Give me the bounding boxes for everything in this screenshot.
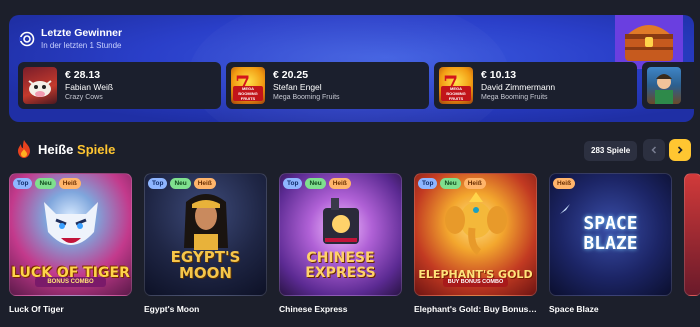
winner-game: Mega Booming Fruits — [273, 93, 340, 101]
game-logo: SPACE BLAZE — [550, 214, 671, 254]
cow-icon — [28, 80, 52, 97]
game-logo-line2: BLAZE — [583, 233, 638, 254]
winners-subtitle: In der letzten 1 Stunde — [41, 41, 122, 50]
game-thumbnail[interactable] — [684, 173, 700, 296]
game-logo-line1: CHINESE — [306, 250, 375, 266]
game-card[interactable]: Heiß SPACE BLAZE Space Blaze — [549, 173, 672, 314]
game-title[interactable]: Chinese Express — [279, 304, 402, 314]
winners-header: Letzte Gewinner In der letzten 1 Stunde — [19, 27, 122, 51]
queen-illustration — [183, 194, 228, 250]
live-signal-icon — [19, 31, 35, 47]
badge-group: Top Neu Heiß — [418, 178, 486, 189]
game-title[interactable]: Egypt's Moon — [144, 304, 267, 314]
winner-name: Stefan Engel — [273, 81, 322, 92]
winner-card[interactable]: 7 MEGA BOOMING FRUITS € 10.13 David Zimm… — [434, 62, 637, 109]
badge-group: Top Neu Heiß — [13, 178, 81, 189]
game-thumbnail: 7 MEGA BOOMING FRUITS — [439, 67, 473, 104]
game-thumbnail[interactable]: Heiß SPACE BLAZE — [549, 173, 672, 296]
badge-new: Neu — [440, 178, 461, 189]
winner-card[interactable]: € 28.13 Fabian Weiß Crazy Cows — [18, 62, 221, 109]
badge-hot: Heiß — [553, 178, 576, 189]
badge-new: Neu — [170, 178, 191, 189]
game-card[interactable]: Top Neu Heiß EGYPT'S MOON Egypt's Moon — [144, 173, 267, 314]
winners-list: € 28.13 Fabian Weiß Crazy Cows 7 MEGA BO… — [18, 62, 694, 109]
latest-winners-banner: Letzte Gewinner In der letzten 1 Stunde — [9, 15, 694, 122]
section-title-accent: Spiele — [77, 141, 116, 157]
tiger-illustration — [43, 202, 98, 245]
elephant-illustration — [444, 192, 507, 255]
win-amount: € 20.25 — [273, 68, 309, 81]
game-logo: EGYPT'S MOON — [145, 249, 266, 281]
badge-top: Top — [148, 178, 168, 189]
game-logo-sub: BUY BONUS COMBO — [443, 278, 508, 287]
badge-top: Top — [418, 178, 438, 189]
game-thumbnail — [23, 67, 57, 104]
badge-hot: Heiß — [58, 178, 81, 189]
badge-hot: Heiß — [328, 178, 351, 189]
fire-icon — [18, 140, 30, 158]
winner-card-partial[interactable] — [642, 62, 694, 109]
game-thumbnail[interactable]: Top Neu Heiß CHINESE EXPRESS — [279, 173, 402, 296]
winner-card[interactable]: 7 MEGA BOOMING FRUITS € 20.25 Stefan Eng… — [226, 62, 429, 109]
badge-group: Top Neu Heiß — [283, 178, 351, 189]
section-title-main: Heiße — [38, 141, 74, 157]
section-title: Heiße Spiele — [38, 142, 115, 157]
next-button[interactable] — [669, 139, 691, 161]
winner-name: David Zimmermann — [481, 81, 556, 92]
game-logo-line1: EGYPT'S — [170, 248, 241, 266]
game-logo: CHINESE EXPRESS — [280, 251, 401, 281]
badge-hot: Heiß — [463, 178, 486, 189]
badge-group: Top Neu Heiß — [148, 178, 216, 189]
badge-group: Heiß — [553, 178, 576, 189]
thumbnail-label: MEGA BOOMING FRUITS — [441, 86, 471, 101]
chevron-right-icon — [677, 146, 683, 154]
game-card-partial[interactable] — [684, 173, 700, 314]
game-logo-line1: SPACE — [583, 213, 638, 234]
winner-game: Mega Booming Fruits — [481, 93, 548, 101]
game-thumbnail[interactable]: Top Neu Heiß EGYPT'S MOON — [144, 173, 267, 296]
game-title[interactable]: Space Blaze — [549, 304, 672, 314]
game-card[interactable]: Top Neu Heiß ELEPHANT'S GOLD BUY BONUS C… — [414, 173, 537, 314]
game-title[interactable]: Elephant's Gold: Buy Bonus Combo — [414, 304, 537, 314]
winner-game: Crazy Cows — [65, 93, 103, 101]
game-logo-line2: MOON — [179, 264, 232, 282]
winner-name: Fabian Weiß — [65, 81, 114, 92]
character-icon — [655, 74, 673, 104]
win-amount: € 10.13 — [481, 68, 517, 81]
badge-new: Neu — [305, 178, 326, 189]
games-count-button[interactable]: 283 Spiele — [584, 141, 638, 161]
hot-games-list: Top Neu Heiß LUCK OF TIGER BONUS COMBO L… — [9, 173, 700, 314]
win-amount: € 28.13 — [65, 68, 101, 81]
badge-new: Neu — [35, 178, 56, 189]
game-title[interactable]: Luck Of Tiger — [9, 304, 132, 314]
game-logo-line2: EXPRESS — [305, 265, 376, 281]
page: Letzte Gewinner In der letzten 1 Stunde — [0, 0, 700, 327]
hot-games-header: Heiße Spiele — [17, 140, 115, 158]
winners-title: Letzte Gewinner — [41, 27, 123, 39]
game-card[interactable]: Top Neu Heiß CHINESE EXPRESS Chinese Exp… — [279, 173, 402, 314]
game-thumbnail: 7 MEGA BOOMING FRUITS — [231, 67, 265, 104]
game-thumbnail[interactable]: Top Neu Heiß LUCK OF TIGER BONUS COMBO — [9, 173, 132, 296]
game-thumbnail[interactable]: Top Neu Heiß ELEPHANT'S GOLD BUY BONUS C… — [414, 173, 537, 296]
thumbnail-label: MEGA BOOMING FRUITS — [233, 86, 263, 101]
game-thumbnail — [647, 67, 681, 104]
game-card[interactable]: Top Neu Heiß LUCK OF TIGER BONUS COMBO L… — [9, 173, 132, 314]
game-logo-sub: BONUS COMBO — [35, 277, 106, 287]
badge-top: Top — [283, 178, 303, 189]
train-illustration — [322, 198, 359, 244]
chevron-left-icon — [651, 146, 657, 154]
treasure-chest-icon[interactable] — [615, 15, 683, 69]
prev-button[interactable] — [643, 139, 665, 161]
badge-top: Top — [13, 178, 33, 189]
badge-hot: Heiß — [193, 178, 216, 189]
